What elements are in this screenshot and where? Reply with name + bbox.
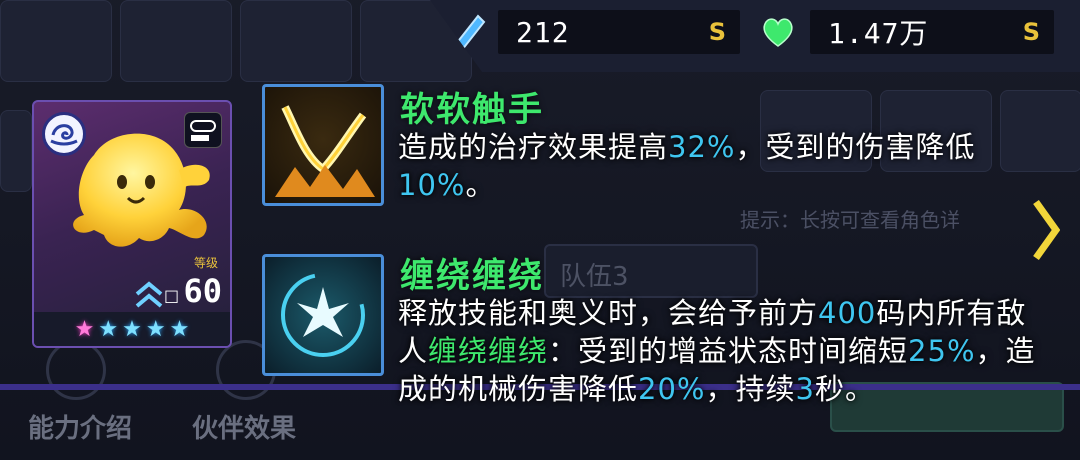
desc-segment: 。 — [465, 168, 496, 202]
level-label: 等级 — [193, 256, 218, 270]
desc-highlight: 缠绕缠绕 — [428, 334, 549, 368]
bg-item-slot — [120, 0, 232, 82]
leaf-swirl-icon — [281, 273, 365, 357]
star-icon: ★ — [122, 316, 142, 342]
water-element-icon — [42, 112, 86, 156]
desc-segment: 释放技能和奥义时，会给予前方 — [398, 296, 819, 330]
star-icon: ★ — [74, 316, 95, 342]
desc-segment: 秒。 — [814, 372, 875, 406]
skill-name: 缠绕缠绕 — [400, 256, 544, 296]
crystal-currency[interactable]: 212 S — [498, 10, 740, 54]
team-label: 队伍3 — [560, 262, 629, 292]
desc-segment: ，持续 — [705, 372, 796, 406]
heart-currency[interactable]: 1.47万 S — [810, 10, 1054, 54]
rank-chevron-icon — [135, 281, 163, 308]
desc-segment: ：受到的增益状态时间缩短 — [548, 334, 909, 368]
skill-description: 造成的治疗效果提高32%，受到的伤害降低 10%。 — [398, 128, 1048, 204]
chevron-right-icon[interactable] — [1032, 198, 1060, 262]
tab-ability-intro[interactable]: 能力介绍 — [28, 408, 132, 445]
heart-value: 1.47万 — [828, 17, 929, 50]
desc-highlight: 3 — [795, 372, 815, 406]
skill-icon-soft-tentacle[interactable] — [262, 84, 384, 206]
desc-segment: 造成的治疗效果提高 — [398, 130, 669, 164]
mechanic-type-icon — [184, 112, 222, 148]
bg-item-slot — [0, 110, 32, 192]
crystal-value: 212 — [516, 15, 570, 49]
ability-tab-icon — [46, 340, 106, 400]
character-card[interactable]: 等级 □ 60 ★ ★ ★ ★ ★ — [32, 100, 232, 348]
green-heart-icon — [763, 18, 793, 47]
bg-item-slot — [0, 0, 112, 82]
crystal-unit: S — [708, 18, 726, 46]
bg-item-slot — [240, 0, 352, 82]
level-value: 60 — [183, 272, 222, 310]
star-icon: ★ — [98, 316, 119, 342]
tentacle-slash-icon — [275, 105, 375, 197]
desc-highlight: 32% — [668, 130, 736, 164]
star-rating: ★ ★ ★ ★ ★ — [34, 312, 230, 346]
skill-name: 软软触手 — [400, 90, 544, 130]
star-icon: ★ — [169, 316, 190, 342]
desc-highlight: 400 — [818, 296, 877, 330]
desc-highlight: 25% — [908, 334, 976, 368]
star-icon: ★ — [145, 316, 166, 342]
desc-highlight: 20% — [638, 372, 706, 406]
hint-text: 提示：长按可查看角色详 — [740, 208, 960, 232]
desc-segment: ，受到的伤害降低 — [735, 130, 976, 164]
rank-suffix: □ — [164, 286, 180, 305]
skill-description: 释放技能和奥义时，会给予前方400码内所有敌人缠绕缠绕：受到的增益状态时间缩短2… — [398, 294, 1048, 408]
heart-unit: S — [1022, 18, 1040, 46]
skill-icon-entangle[interactable] — [262, 254, 384, 376]
desc-highlight: 10% — [398, 168, 466, 202]
top-currency-bar: 212 S 1.47万 S — [430, 0, 1080, 72]
tab-partner-effect[interactable]: 伙伴效果 — [192, 408, 296, 445]
